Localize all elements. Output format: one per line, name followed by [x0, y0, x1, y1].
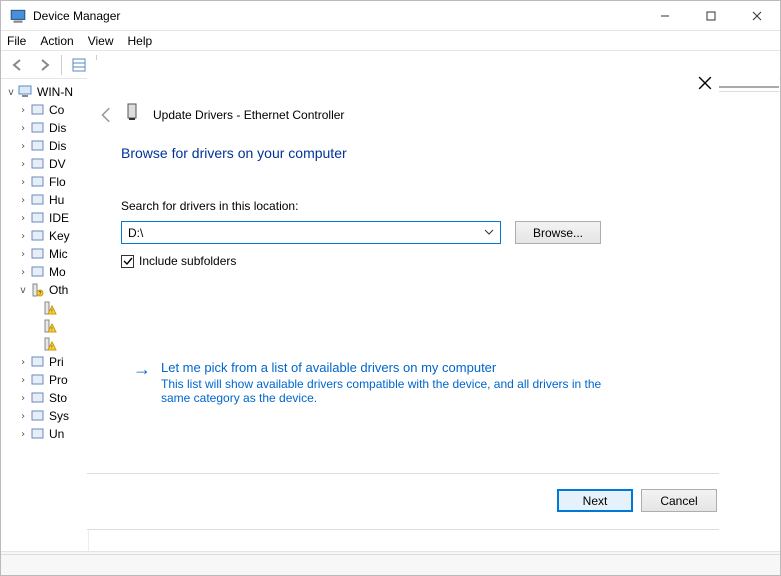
wizard-close-button[interactable]	[696, 74, 714, 92]
system-icon	[30, 409, 46, 423]
tree-root[interactable]: v WIN-N	[1, 83, 88, 101]
collapse-icon[interactable]: v	[5, 87, 17, 98]
other-devices-icon: ?	[30, 283, 46, 297]
tree-leaf-warning[interactable]: !	[1, 317, 88, 335]
pick-from-list-desc: This list will show available drivers co…	[161, 377, 621, 405]
tree-node[interactable]: › Flo	[1, 173, 88, 191]
next-button[interactable]: Next	[557, 489, 633, 512]
expand-icon[interactable]: ›	[17, 375, 29, 386]
wizard-back-button[interactable]	[96, 104, 118, 126]
expand-icon[interactable]: ›	[17, 123, 29, 134]
ide-icon	[30, 211, 46, 225]
tree-node[interactable]: › Co	[1, 101, 88, 119]
arrow-right-icon: →	[133, 360, 151, 405]
driver-path-combobox[interactable]: D:\	[121, 221, 501, 244]
minimize-button[interactable]	[642, 1, 688, 31]
include-subfolders-label: Include subfolders	[139, 254, 236, 268]
menubar: File Action View Help	[1, 31, 780, 51]
tree-node[interactable]: › Pri	[1, 353, 88, 371]
menu-help[interactable]: Help	[128, 34, 153, 48]
expand-icon[interactable]: ›	[17, 429, 29, 440]
footer-separator	[87, 473, 719, 474]
tree-node[interactable]: › Hu	[1, 191, 88, 209]
device-tree[interactable]: v WIN-N › Co › Dis › Dis › DV › Flo › Hu…	[1, 79, 89, 551]
expand-icon[interactable]: ›	[17, 213, 29, 224]
tree-leaf-warning[interactable]: !	[1, 299, 88, 317]
expand-icon[interactable]: ›	[17, 393, 29, 404]
monitor-icon	[30, 103, 46, 117]
svg-text:!: !	[51, 327, 52, 333]
keyboard-icon	[30, 229, 46, 243]
expand-icon[interactable]: ›	[17, 159, 29, 170]
expand-icon[interactable]: ›	[17, 177, 29, 188]
expand-icon[interactable]: ›	[17, 249, 29, 260]
back-button[interactable]	[7, 54, 29, 76]
device-icon	[127, 103, 143, 127]
collapse-icon[interactable]: v	[17, 285, 29, 296]
tree-node[interactable]: › Mic	[1, 245, 88, 263]
window-title: Device Manager	[33, 9, 642, 23]
cpu-icon	[30, 373, 46, 387]
pick-from-list-title: Let me pick from a list of available dri…	[161, 360, 621, 375]
mouse-icon	[30, 247, 46, 261]
expand-icon[interactable]: ›	[17, 267, 29, 278]
svg-text:?: ?	[39, 291, 42, 297]
tree-node[interactable]: › Dis	[1, 137, 88, 155]
tree-node[interactable]: › Dis	[1, 119, 88, 137]
expand-icon[interactable]: ›	[17, 411, 29, 422]
expand-icon[interactable]: ›	[17, 141, 29, 152]
expand-icon[interactable]: ›	[17, 357, 29, 368]
tree-node[interactable]: › DV	[1, 155, 88, 173]
titlebar: Device Manager	[1, 1, 780, 31]
update-driver-wizard: Update Drivers - Ethernet Controller Bro…	[87, 60, 779, 530]
search-location-label: Search for drivers in this location:	[121, 199, 729, 213]
menu-file[interactable]: File	[7, 34, 26, 48]
chevron-down-icon[interactable]	[484, 226, 494, 240]
hid-icon	[30, 193, 46, 207]
browse-button[interactable]: Browse...	[515, 221, 601, 244]
floppy-icon	[30, 175, 46, 189]
tree-node-other[interactable]: v ? Oth	[1, 281, 88, 299]
expand-icon[interactable]: ›	[17, 105, 29, 116]
include-subfolders-checkbox[interactable]	[121, 255, 134, 268]
svg-text:!: !	[51, 345, 52, 351]
svg-text:!: !	[51, 309, 52, 315]
tree-node[interactable]: › Sys	[1, 407, 88, 425]
cancel-button[interactable]: Cancel	[641, 489, 717, 512]
expand-icon[interactable]: ›	[17, 231, 29, 242]
wizard-title: Update Drivers - Ethernet Controller	[153, 108, 344, 122]
pick-from-list-link[interactable]: → Let me pick from a list of available d…	[133, 360, 653, 405]
dvd-icon	[30, 157, 46, 171]
expand-icon[interactable]: ›	[17, 195, 29, 206]
warning-device-icon: !	[42, 319, 58, 333]
warning-device-icon: !	[42, 337, 58, 351]
status-bar	[1, 551, 780, 575]
usb-icon	[30, 427, 46, 441]
menu-view[interactable]: View	[88, 34, 114, 48]
app-icon	[9, 7, 27, 25]
monitor2-icon	[30, 265, 46, 279]
forward-button[interactable]	[33, 54, 55, 76]
disk-icon	[30, 121, 46, 135]
warning-device-icon: !	[42, 301, 58, 315]
driver-path-value: D:\	[128, 226, 143, 240]
printer-icon	[30, 355, 46, 369]
tree-node[interactable]: › Mo	[1, 263, 88, 281]
storage-icon	[30, 391, 46, 405]
menu-action[interactable]: Action	[40, 34, 73, 48]
toolbar-separator	[61, 55, 62, 75]
wizard-heading: Browse for drivers on your computer	[121, 145, 729, 161]
tree-node[interactable]: › Sto	[1, 389, 88, 407]
close-button[interactable]	[734, 1, 780, 31]
computer-icon	[18, 85, 34, 99]
tree-node[interactable]: › IDE	[1, 209, 88, 227]
footer-separator	[87, 529, 719, 530]
tree-leaf-warning[interactable]: !	[1, 335, 88, 353]
tree-node[interactable]: › Pro	[1, 371, 88, 389]
display-icon	[30, 139, 46, 153]
tree-node[interactable]: › Key	[1, 227, 88, 245]
maximize-button[interactable]	[688, 1, 734, 31]
tree-node[interactable]: › Un	[1, 425, 88, 443]
